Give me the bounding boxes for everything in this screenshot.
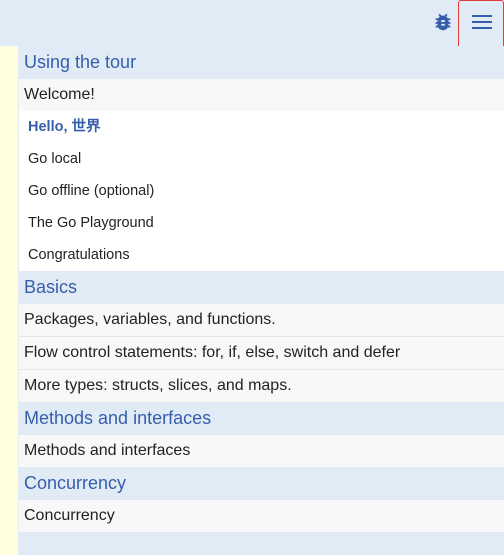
tour-page: Using the tour Welcome! Hello, 世界 Go loc…	[0, 0, 504, 555]
toc-section-basics[interactable]: Basics	[19, 271, 504, 304]
toc-lesson-methods-and-interfaces[interactable]: Methods and interfaces	[19, 435, 504, 467]
toc-page-hello-world[interactable]: Hello, 世界	[19, 111, 504, 143]
bug-icon[interactable]	[432, 11, 454, 33]
toc-page-list: Hello, 世界 Go local Go offline (optional)…	[19, 111, 504, 271]
toc-section-concurrency[interactable]: Concurrency	[19, 467, 504, 500]
left-strip	[0, 46, 18, 555]
toc-lesson-flow-control[interactable]: Flow control statements: for, if, else, …	[19, 337, 504, 370]
hamburger-menu-icon	[472, 15, 492, 29]
toc-page-go-playground[interactable]: The Go Playground	[19, 207, 504, 239]
toc-page-go-local[interactable]: Go local	[19, 143, 504, 175]
top-bar	[0, 0, 504, 94]
table-of-contents: Using the tour Welcome! Hello, 世界 Go loc…	[19, 46, 504, 532]
toc-page-go-offline[interactable]: Go offline (optional)	[19, 175, 504, 207]
toc-lesson-welcome[interactable]: Welcome!	[19, 79, 504, 111]
toc-section-using-the-tour[interactable]: Using the tour	[19, 46, 504, 79]
toc-section-methods[interactable]: Methods and interfaces	[19, 402, 504, 435]
toc-lesson-concurrency[interactable]: Concurrency	[19, 500, 504, 532]
toc-page-congratulations[interactable]: Congratulations	[19, 239, 504, 271]
toc-lesson-more-types[interactable]: More types: structs, slices, and maps.	[19, 370, 504, 402]
toc-lesson-packages[interactable]: Packages, variables, and functions.	[19, 304, 504, 337]
